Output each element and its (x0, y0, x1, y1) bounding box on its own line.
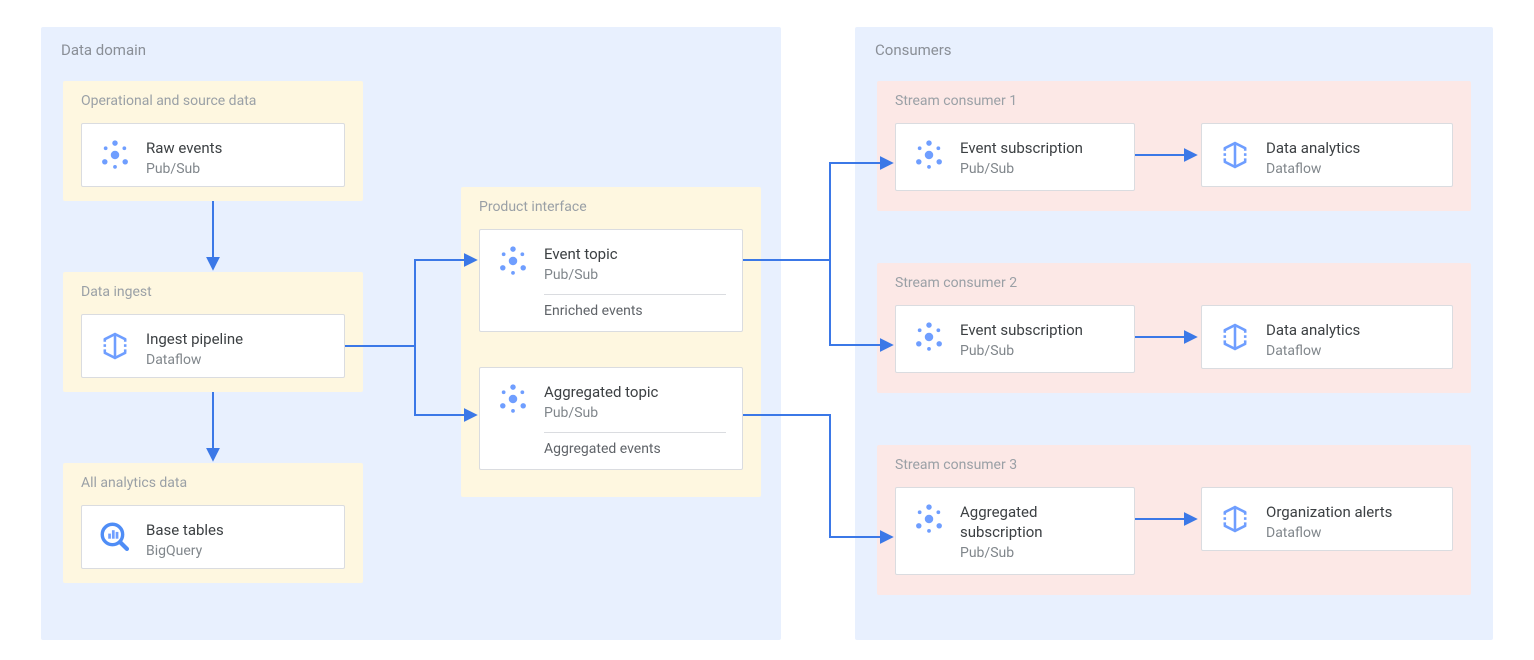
node-sub: Pub/Sub (146, 160, 222, 178)
node-sub: Dataflow (1266, 160, 1360, 178)
pubsub-icon (912, 320, 946, 354)
group-consumer-3: Stream consumer 3 Aggregated subscriptio… (877, 445, 1471, 595)
node-raw-events: Raw events Pub/Sub (81, 123, 345, 187)
region-consumers: Consumers Stream consumer 1 Event subscr… (855, 27, 1493, 640)
node-c2-analytics: Data analytics Dataflow (1201, 305, 1453, 369)
node-extra: Aggregated events (544, 433, 726, 457)
node-title: Base tables (146, 520, 224, 540)
node-c2-subscription: Event subscription Pub/Sub (895, 305, 1135, 373)
node-c1-analytics: Data analytics Dataflow (1201, 123, 1453, 187)
group-title: Stream consumer 2 (895, 275, 1017, 291)
dataflow-icon (1218, 502, 1252, 536)
region-data-domain: Data domain Operational and source data … (41, 27, 781, 640)
node-sub: Dataflow (1266, 342, 1360, 360)
node-sub: Pub/Sub (960, 160, 1083, 178)
node-sub: Pub/Sub (544, 266, 726, 284)
dataflow-icon (98, 329, 132, 363)
group-title: Stream consumer 1 (895, 93, 1017, 109)
group-title: Data ingest (81, 284, 152, 300)
node-base-tables: Base tables BigQuery (81, 505, 345, 569)
node-event-topic: Event topic Pub/Sub Enriched events (479, 229, 743, 332)
node-c1-subscription: Event subscription Pub/Sub (895, 123, 1135, 191)
dataflow-icon (1218, 320, 1252, 354)
group-consumer-1: Stream consumer 1 Event subscription Pub… (877, 81, 1471, 211)
node-title: Data analytics (1266, 320, 1360, 340)
group-product-interface: Product interface Event topic Pub/Sub En… (461, 187, 761, 497)
group-analytics-data: All analytics data Base tables BigQuery (63, 463, 363, 583)
node-title: Event subscription (960, 138, 1083, 158)
pubsub-icon (98, 138, 132, 172)
group-title: All analytics data (81, 475, 187, 491)
node-title: Raw events (146, 138, 222, 158)
node-sub: BigQuery (146, 542, 224, 560)
node-sub: Dataflow (146, 351, 243, 369)
group-title: Stream consumer 3 (895, 457, 1017, 473)
region-title: Data domain (61, 41, 146, 59)
node-title: Data analytics (1266, 138, 1360, 158)
node-title: Aggregated topic (544, 382, 726, 402)
node-title: Organization alerts (1266, 502, 1392, 522)
node-title: Ingest pipeline (146, 329, 243, 349)
region-title: Consumers (875, 41, 952, 59)
pubsub-icon (496, 244, 530, 278)
node-title: Aggregated subscription (960, 502, 1118, 542)
bigquery-icon (98, 520, 132, 554)
node-title: Event subscription (960, 320, 1083, 340)
node-title: Event topic (544, 244, 726, 264)
node-c3-subscription: Aggregated subscription Pub/Sub (895, 487, 1135, 575)
node-sub: Pub/Sub (960, 342, 1083, 360)
node-aggregated-topic: Aggregated topic Pub/Sub Aggregated even… (479, 367, 743, 470)
group-title: Product interface (479, 199, 587, 215)
node-sub: Pub/Sub (960, 544, 1118, 562)
dataflow-icon (1218, 138, 1252, 172)
node-sub: Pub/Sub (544, 404, 726, 422)
node-ingest-pipeline: Ingest pipeline Dataflow (81, 314, 345, 378)
node-c3-alerts: Organization alerts Dataflow (1201, 487, 1453, 551)
group-title: Operational and source data (81, 93, 256, 109)
pubsub-icon (912, 502, 946, 536)
group-consumer-2: Stream consumer 2 Event subscription Pub… (877, 263, 1471, 393)
pubsub-icon (496, 382, 530, 416)
node-sub: Dataflow (1266, 524, 1392, 542)
pubsub-icon (912, 138, 946, 172)
node-extra: Enriched events (544, 295, 726, 319)
group-source-data: Operational and source data Raw events P… (63, 81, 363, 201)
group-data-ingest: Data ingest Ingest pipeline Dataflow (63, 272, 363, 392)
